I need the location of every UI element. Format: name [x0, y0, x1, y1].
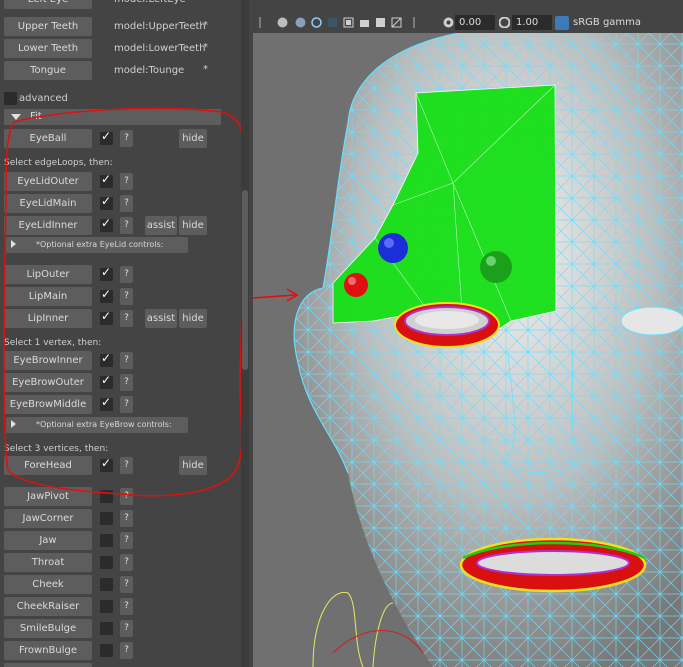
fit-panel: Left Eye model:LeftEye Upper Teeth model… — [0, 0, 250, 667]
separator-icon — [413, 17, 415, 28]
red-annotation-outline — [3, 107, 245, 497]
viewport-toolbar: 0.00 1.00 sRGB gamma — [251, 12, 683, 32]
gamma-icon[interactable] — [499, 17, 510, 28]
xray-icon[interactable] — [343, 17, 354, 28]
colorspace-label[interactable]: sRGB gamma — [573, 15, 641, 30]
lighting-icon[interactable] — [295, 17, 306, 28]
color-management-icon[interactable] — [555, 16, 569, 30]
camera-icon[interactable] — [359, 17, 370, 28]
panel-scrollbar-thumb[interactable] — [242, 190, 248, 370]
isolate-icon[interactable] — [311, 17, 322, 28]
exposure-icon[interactable] — [443, 17, 454, 28]
gamma-field[interactable]: 1.00 — [512, 15, 552, 30]
3d-viewport[interactable] — [253, 33, 683, 667]
shaded-sphere-icon[interactable] — [277, 17, 288, 28]
grid-icon[interactable] — [327, 17, 338, 28]
face-mesh-render — [253, 33, 683, 667]
textured-icon[interactable] — [391, 17, 402, 28]
ao-icon[interactable] — [375, 17, 386, 28]
separator-icon — [259, 17, 261, 28]
exposure-field[interactable]: 0.00 — [455, 15, 495, 30]
